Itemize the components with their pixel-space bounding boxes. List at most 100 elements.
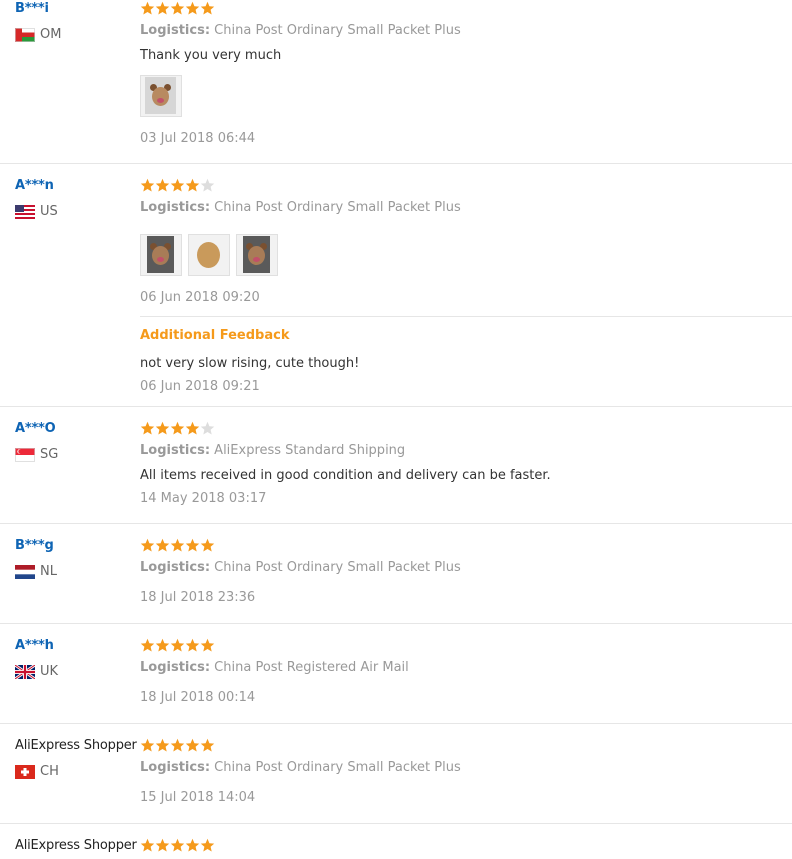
logistics-label: Logistics: xyxy=(140,760,211,775)
star-filled-icon xyxy=(170,638,185,653)
star-filled-icon xyxy=(170,178,185,193)
review-date: 03 Jul 2018 06:44 xyxy=(140,131,256,146)
review-date: 18 Jul 2018 00:14 xyxy=(140,690,256,705)
additional-feedback-heading: Additional Feedback xyxy=(140,328,290,343)
reviewer-country: SG xyxy=(15,447,58,462)
review-item: A***h UK Logistics: China Post Registere… xyxy=(0,623,792,724)
reviewer-name[interactable]: B***i xyxy=(15,1,49,16)
reviewer-name: AliExpress Shopper xyxy=(15,838,137,853)
feedback-divider xyxy=(140,316,792,317)
star-filled-icon xyxy=(155,1,170,16)
star-rating xyxy=(140,1,215,16)
logistics-method: China Post Ordinary Small Packet Plus xyxy=(214,200,461,215)
switzerland-flag-icon xyxy=(15,764,35,779)
review-date: 14 May 2018 03:17 xyxy=(140,491,267,506)
uk-flag-icon xyxy=(15,664,35,679)
review-photo-thumbnail[interactable] xyxy=(188,234,230,276)
logistics-info: Logistics: China Post Registered Air Mai… xyxy=(140,660,409,675)
star-rating xyxy=(140,178,215,193)
singapore-flag-icon xyxy=(15,447,35,462)
star-filled-icon xyxy=(140,738,155,753)
review-text: All items received in good condition and… xyxy=(140,468,551,483)
logistics-method: China Post Ordinary Small Packet Plus xyxy=(214,23,461,38)
star-filled-icon xyxy=(170,1,185,16)
usa-flag-icon xyxy=(15,204,35,219)
logistics-method: China Post Ordinary Small Packet Plus xyxy=(214,760,461,775)
star-filled-icon xyxy=(155,178,170,193)
logistics-label: Logistics: xyxy=(140,560,211,575)
review-item: AliExpress Shopper CH Logistics: China P… xyxy=(0,723,792,824)
oman-flag-icon xyxy=(15,27,35,42)
star-filled-icon xyxy=(185,638,200,653)
reviewer-name[interactable]: A***n xyxy=(15,178,54,193)
logistics-method: AliExpress Standard Shipping xyxy=(214,443,406,458)
reviewer-country: OM xyxy=(15,27,61,42)
star-filled-icon xyxy=(170,421,185,436)
star-filled-icon xyxy=(140,538,155,553)
review-item: A***n US Logistics: China Post Ordinary … xyxy=(0,163,792,407)
star-filled-icon xyxy=(200,838,215,853)
review-date: 15 Jul 2018 14:04 xyxy=(140,790,256,805)
star-rating xyxy=(140,538,215,553)
star-filled-icon xyxy=(140,1,155,16)
country-code: UK xyxy=(40,664,59,679)
logistics-info: Logistics: China Post Ordinary Small Pac… xyxy=(140,23,461,38)
star-filled-icon xyxy=(200,538,215,553)
star-filled-icon xyxy=(170,538,185,553)
star-filled-icon xyxy=(155,738,170,753)
star-filled-icon xyxy=(185,178,200,193)
review-photos xyxy=(140,234,284,276)
star-filled-icon xyxy=(200,1,215,16)
star-filled-icon xyxy=(140,838,155,853)
star-filled-icon xyxy=(155,421,170,436)
review-item: B***g NL Logistics: China Post Ordinary … xyxy=(0,523,792,624)
logistics-info: Logistics: China Post Ordinary Small Pac… xyxy=(140,560,461,575)
reviewer-country: NL xyxy=(15,564,57,579)
star-filled-icon xyxy=(155,538,170,553)
logistics-info: Logistics: China Post Ordinary Small Pac… xyxy=(140,760,461,775)
star-rating xyxy=(140,838,215,853)
review-item: AliExpress Shopper xyxy=(0,823,792,859)
star-rating xyxy=(140,638,215,653)
star-filled-icon xyxy=(140,421,155,436)
country-code: CH xyxy=(40,764,59,779)
star-filled-icon xyxy=(200,638,215,653)
review-item: A***O SG Logistics: AliExpress Standard … xyxy=(0,406,792,524)
reviewer-name[interactable]: A***h xyxy=(15,638,54,653)
reviewer-name: AliExpress Shopper xyxy=(15,738,137,753)
star-filled-icon xyxy=(200,738,215,753)
star-filled-icon xyxy=(185,838,200,853)
star-empty-icon xyxy=(200,178,215,193)
country-code: SG xyxy=(40,447,59,462)
star-filled-icon xyxy=(170,738,185,753)
review-text: Thank you very much xyxy=(140,48,282,63)
star-rating xyxy=(140,738,215,753)
star-filled-icon xyxy=(155,838,170,853)
logistics-label: Logistics: xyxy=(140,200,211,215)
star-filled-icon xyxy=(155,638,170,653)
review-date: 06 Jun 2018 09:20 xyxy=(140,290,260,305)
logistics-info: Logistics: AliExpress Standard Shipping xyxy=(140,443,405,458)
netherlands-flag-icon xyxy=(15,564,35,579)
country-code: US xyxy=(40,204,58,219)
reviewer-country: CH xyxy=(15,764,59,779)
additional-feedback-date: 06 Jun 2018 09:21 xyxy=(140,379,260,394)
additional-feedback-text: not very slow rising, cute though! xyxy=(140,356,360,371)
star-filled-icon xyxy=(140,638,155,653)
star-filled-icon xyxy=(170,838,185,853)
reviewer-name[interactable]: A***O xyxy=(15,421,56,436)
review-photo-thumbnail[interactable] xyxy=(140,234,182,276)
star-rating xyxy=(140,421,215,436)
reviewer-country: UK xyxy=(15,664,58,679)
review-item: B***i OM Logistics: China Post Ordinary … xyxy=(0,0,792,164)
logistics-label: Logistics: xyxy=(140,23,211,38)
star-filled-icon xyxy=(185,1,200,16)
reviewer-name[interactable]: B***g xyxy=(15,538,54,553)
star-filled-icon xyxy=(140,178,155,193)
review-feed: B***i OM Logistics: China Post Ordinary … xyxy=(0,0,792,859)
country-code: NL xyxy=(40,564,57,579)
reviewer-country: US xyxy=(15,204,58,219)
review-photo-thumbnail[interactable] xyxy=(140,75,182,117)
logistics-method: China Post Ordinary Small Packet Plus xyxy=(214,560,461,575)
review-photo-thumbnail[interactable] xyxy=(236,234,278,276)
